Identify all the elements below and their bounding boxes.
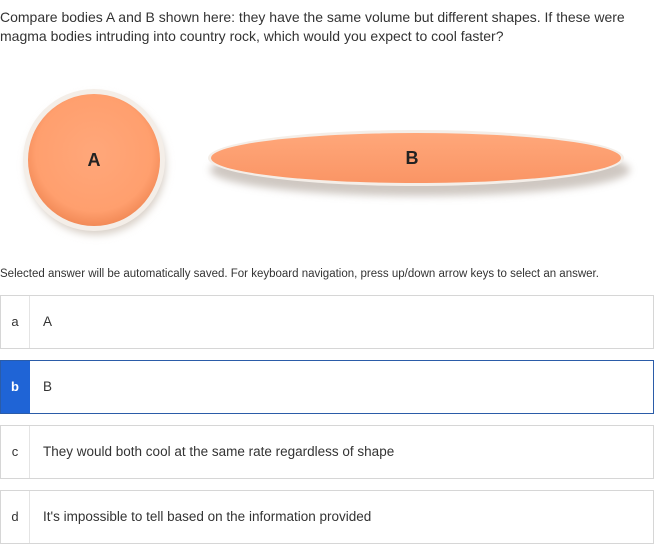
- option-text: B: [43, 379, 53, 394]
- shape-a-label: A: [88, 150, 101, 170]
- shape-a: A: [23, 89, 166, 235]
- shape-b: B: [208, 130, 630, 196]
- option-letter: c: [1, 426, 30, 478]
- shapes-figure: A B: [0, 80, 667, 250]
- answer-option-d[interactable]: d It's impossible to tell based on the i…: [0, 490, 654, 544]
- option-letter: b: [1, 361, 30, 413]
- shape-b-label: B: [406, 148, 419, 168]
- question-text: Compare bodies A and B shown here: they …: [0, 9, 625, 44]
- answer-option-b[interactable]: b B: [0, 360, 654, 414]
- instructions-text: Selected answer will be automatically sa…: [0, 268, 599, 280]
- answer-option-a[interactable]: a A: [0, 295, 654, 349]
- option-text: A: [43, 314, 53, 329]
- option-text: It's impossible to tell based on the inf…: [43, 509, 372, 524]
- option-letter: a: [1, 296, 30, 348]
- answer-option-c[interactable]: c They would both cool at the same rate …: [0, 425, 654, 479]
- quiz-page: Compare bodies A and B shown here: they …: [0, 0, 667, 551]
- option-letter: d: [1, 491, 30, 543]
- option-text: They would both cool at the same rate re…: [43, 444, 395, 459]
